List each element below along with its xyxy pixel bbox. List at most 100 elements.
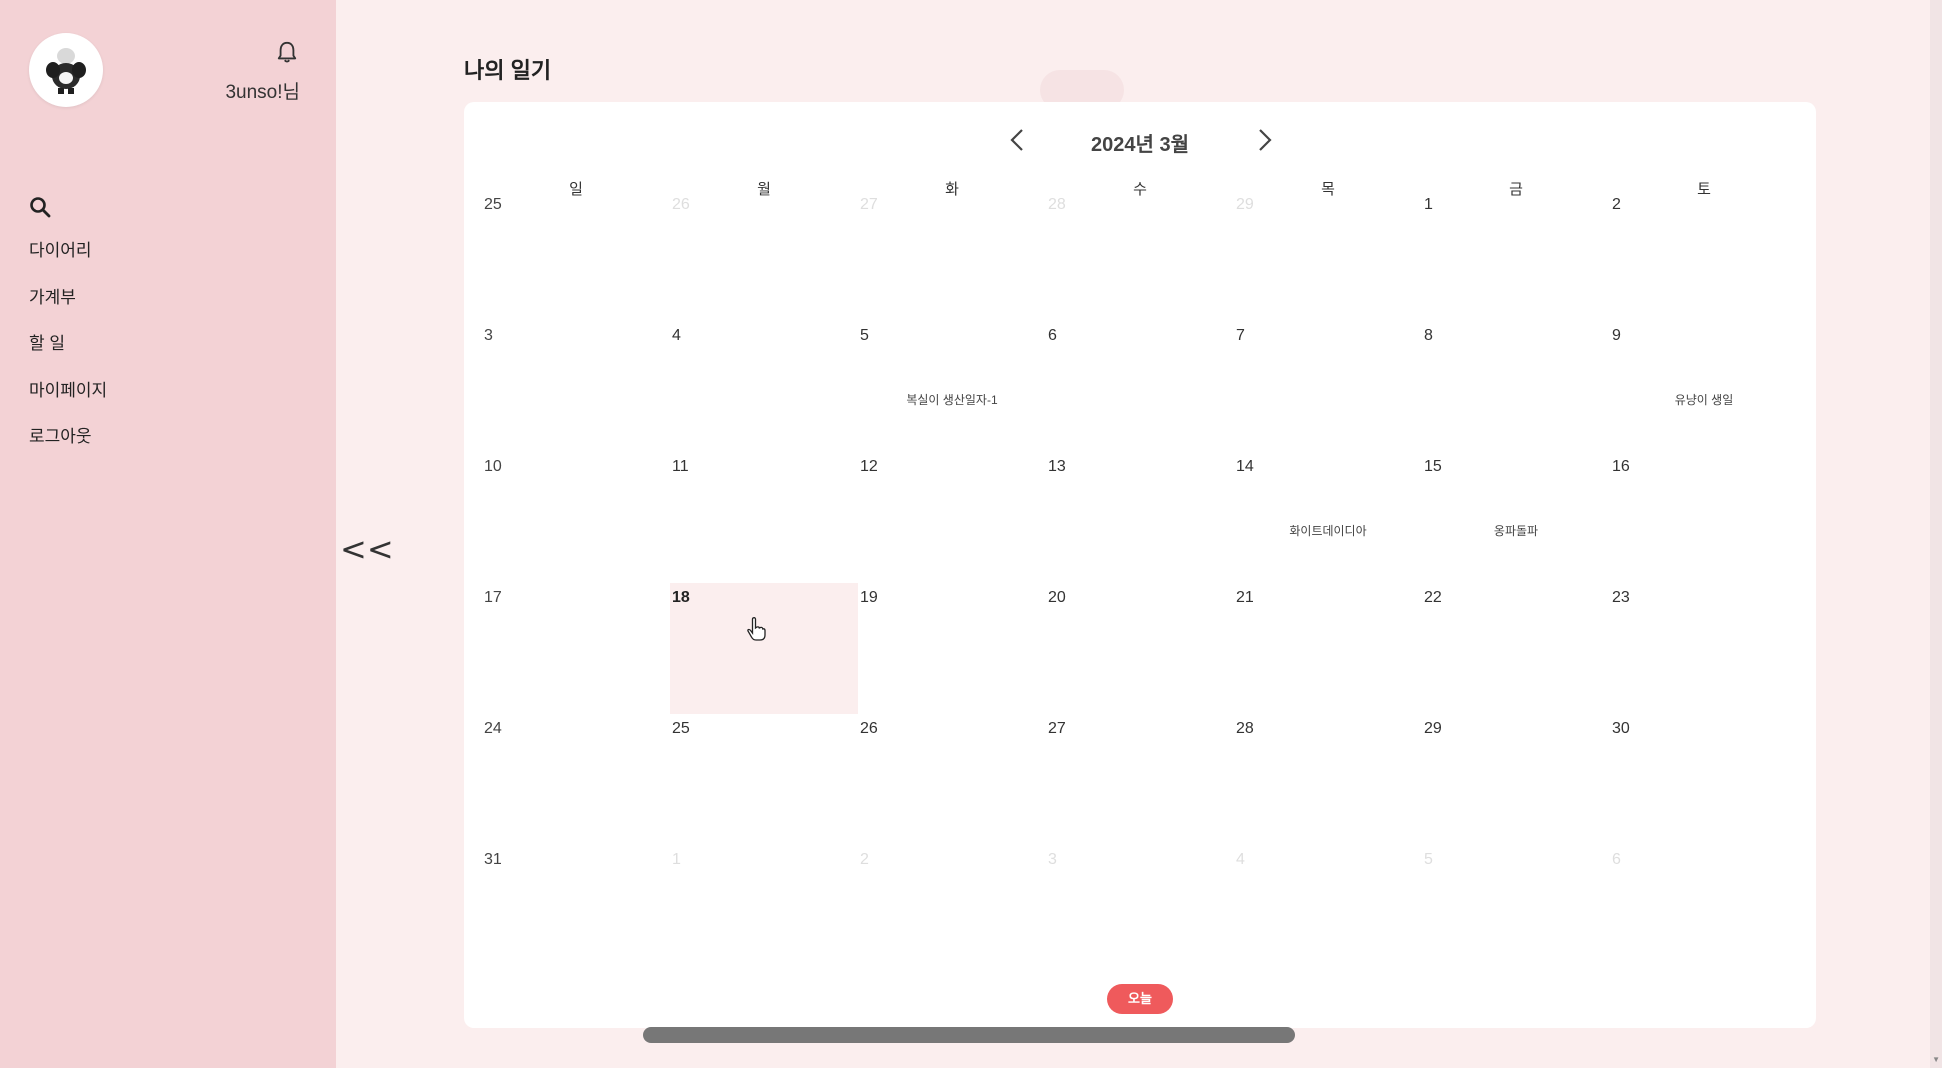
- day-number: 6: [1612, 851, 1621, 868]
- day-number: 5: [1424, 851, 1433, 868]
- day-number: 28: [1236, 720, 1254, 737]
- calendar-day-cell[interactable]: 20: [1046, 583, 1234, 714]
- day-number: 13: [1048, 458, 1066, 475]
- sidebar-item-logout[interactable]: 로그아웃: [29, 424, 107, 471]
- day-number: 21: [1236, 589, 1254, 606]
- day-number: 2: [1612, 196, 1621, 213]
- day-number: 6: [1048, 327, 1057, 344]
- calendar-day-cell[interactable]: 16: [1610, 452, 1798, 583]
- calendar-day-cell[interactable]: 5 복실이 생산일자-1: [858, 321, 1046, 452]
- bell-icon[interactable]: [276, 40, 298, 64]
- calendar-day-cell[interactable]: 6: [1046, 321, 1234, 452]
- calendar-event[interactable]: 복실이 생산일자-1: [858, 391, 1046, 408]
- day-number: 27: [1048, 720, 1066, 737]
- sidebar-menu: 다이어리 가계부 할 일 마이페이지 로그아웃: [29, 238, 107, 471]
- sidebar-item-diary[interactable]: 다이어리: [29, 238, 107, 285]
- calendar-day-cell[interactable]: 25: [482, 190, 670, 321]
- calendar-day-cell[interactable]: 24: [482, 714, 670, 845]
- day-number: 8: [1424, 327, 1433, 344]
- day-number: 11: [672, 458, 689, 475]
- day-number: 24: [484, 720, 502, 737]
- calendar-day-cell[interactable]: 2: [858, 845, 1046, 976]
- calendar-event[interactable]: 옹파돌파: [1422, 522, 1610, 539]
- calendar-day-cell[interactable]: 11: [670, 452, 858, 583]
- calendar-day-cell[interactable]: 28: [1234, 714, 1422, 845]
- day-number: 28: [1048, 196, 1066, 213]
- calendar-day-cell[interactable]: 31: [482, 845, 670, 976]
- calendar-header: 2024년 3월: [464, 122, 1816, 158]
- today-button[interactable]: 오늘: [1107, 984, 1173, 1014]
- calendar-card: 2024년 3월 일 월 화 수 목 금 토 25 26 27 28 29 1 2 3 4 5 복실…: [464, 102, 1816, 1028]
- day-number: 7: [1236, 327, 1245, 344]
- prev-month-button[interactable]: [1001, 122, 1033, 158]
- day-number: 29: [1236, 196, 1254, 213]
- calendar-day-cell[interactable]: 9 유냥이 생일: [1610, 321, 1798, 452]
- calendar-day-cell-selected[interactable]: 18: [670, 583, 858, 714]
- sidebar-item-mypage[interactable]: 마이페이지: [29, 378, 107, 425]
- day-number: 4: [1236, 851, 1245, 868]
- calendar-day-cell[interactable]: 23: [1610, 583, 1798, 714]
- calendar-day-cell[interactable]: 27: [1046, 714, 1234, 845]
- search-icon[interactable]: [29, 196, 51, 218]
- calendar-day-cell[interactable]: 1: [670, 845, 858, 976]
- calendar-day-cell[interactable]: 10: [482, 452, 670, 583]
- day-number: 23: [1612, 589, 1630, 606]
- username: 3unso!님: [225, 82, 300, 103]
- day-number: 4: [672, 327, 681, 344]
- calendar-event[interactable]: 화이트데이디아: [1234, 522, 1422, 539]
- day-number: 12: [860, 458, 878, 475]
- day-number: 29: [1424, 720, 1442, 737]
- calendar-day-cell[interactable]: 8: [1422, 321, 1610, 452]
- calendar-day-cell[interactable]: 3: [1046, 845, 1234, 976]
- calendar-day-cell[interactable]: 22: [1422, 583, 1610, 714]
- calendar-day-cell[interactable]: 5: [1422, 845, 1610, 976]
- calendar-day-cell[interactable]: 7: [1234, 321, 1422, 452]
- day-number: 20: [1048, 589, 1066, 606]
- sidebar-item-account-book[interactable]: 가계부: [29, 285, 107, 332]
- calendar-day-cell[interactable]: 4: [670, 321, 858, 452]
- calendar-day-cell[interactable]: 21: [1234, 583, 1422, 714]
- day-number: 1: [1424, 196, 1433, 213]
- collapse-sidebar-button[interactable]: <<: [340, 532, 394, 566]
- avatar[interactable]: [29, 33, 103, 107]
- day-number: 2: [860, 851, 869, 868]
- calendar-day-cell[interactable]: 28: [1046, 190, 1234, 321]
- day-number: 26: [672, 196, 690, 213]
- next-month-button[interactable]: [1249, 122, 1281, 158]
- calendar-day-cell[interactable]: 2: [1610, 190, 1798, 321]
- page-title: 나의 일기: [464, 58, 552, 83]
- calendar-day-cell[interactable]: 6: [1610, 845, 1798, 976]
- calendar-day-cell[interactable]: 26: [670, 190, 858, 321]
- calendar-day-cell[interactable]: 12: [858, 452, 1046, 583]
- calendar-day-cell[interactable]: 3: [482, 321, 670, 452]
- calendar-day-cell[interactable]: 19: [858, 583, 1046, 714]
- month-label: 2024년 3월: [1091, 134, 1189, 156]
- calendar-day-cell[interactable]: 26: [858, 714, 1046, 845]
- calendar-day-cell[interactable]: 29: [1234, 190, 1422, 321]
- day-number: 10: [484, 458, 502, 475]
- horizontal-scrollbar[interactable]: [643, 1027, 1295, 1043]
- day-number: 30: [1612, 720, 1630, 737]
- calendar-day-cell[interactable]: 14 화이트데이디아: [1234, 452, 1422, 583]
- calendar-day-cell[interactable]: 15 옹파돌파: [1422, 452, 1610, 583]
- sidebar-item-todo[interactable]: 할 일: [29, 331, 107, 378]
- day-number: 31: [484, 851, 502, 868]
- calendar-day-cell[interactable]: 30: [1610, 714, 1798, 845]
- calendar-day-cell[interactable]: 1: [1422, 190, 1610, 321]
- day-number: 3: [1048, 851, 1057, 868]
- calendar-event[interactable]: 유냥이 생일: [1610, 391, 1798, 408]
- vertical-scrollbar[interactable]: ▼: [1930, 0, 1942, 1068]
- day-number: 9: [1612, 327, 1621, 344]
- calendar-day-cell[interactable]: 25: [670, 714, 858, 845]
- chevron-right-icon: [1259, 129, 1272, 151]
- chevron-left-icon: [1010, 129, 1023, 151]
- calendar-day-cell[interactable]: 17: [482, 583, 670, 714]
- day-number: 5: [860, 327, 869, 344]
- scroll-down-arrow-icon[interactable]: ▼: [1932, 1055, 1940, 1064]
- calendar-day-cell[interactable]: 13: [1046, 452, 1234, 583]
- sidebar: 3unso!님 다이어리 가계부 할 일 마이페이지 로그아웃: [0, 0, 336, 1068]
- calendar-day-cell[interactable]: 4: [1234, 845, 1422, 976]
- calendar-day-cell[interactable]: 27: [858, 190, 1046, 321]
- day-number: 18: [672, 589, 690, 606]
- calendar-day-cell[interactable]: 29: [1422, 714, 1610, 845]
